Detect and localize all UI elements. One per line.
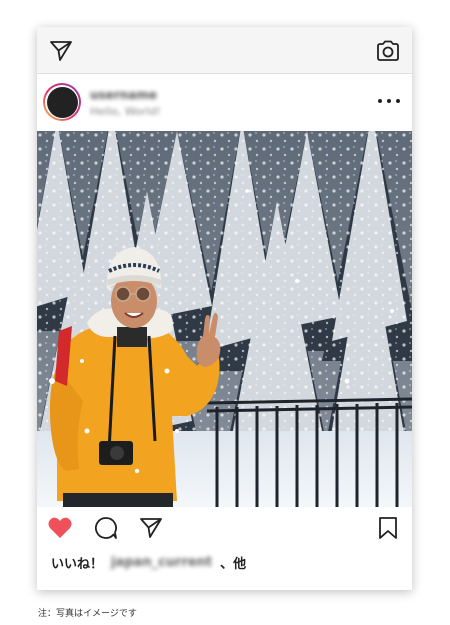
post-header: username Hello, World!	[37, 74, 412, 130]
more-options-button[interactable]	[378, 96, 400, 106]
bookmark-icon	[379, 517, 397, 539]
photo-note: 注：写真はイメージです	[38, 609, 137, 619]
likes-suffix[interactable]: 、他	[220, 553, 246, 572]
likes-summary: いいね！ japan_current 、他	[51, 553, 246, 572]
avatar-ring[interactable]	[43, 83, 81, 121]
direct-message-button[interactable]	[45, 35, 77, 67]
username[interactable]: username	[90, 88, 157, 102]
likes-prefix: いいね！	[51, 557, 104, 572]
post-actions	[37, 511, 412, 547]
like-button[interactable]	[46, 514, 74, 542]
post-card: username Hello, World! いいね！ japan_curren…	[37, 27, 412, 590]
send-icon	[140, 518, 162, 538]
share-button[interactable]	[137, 514, 165, 542]
camera-button[interactable]	[372, 35, 404, 67]
heart-icon	[48, 517, 72, 538]
send-icon	[50, 41, 72, 61]
camera-icon	[377, 40, 399, 61]
bookmark-button[interactable]	[374, 514, 402, 542]
comment-button[interactable]	[92, 514, 120, 542]
comment-icon	[95, 517, 117, 539]
avatar	[46, 86, 78, 118]
post-subtitle: Hello, World!	[90, 105, 161, 118]
top-bar	[37, 27, 412, 74]
more-horizontal-icon	[378, 99, 382, 103]
post-photo[interactable]	[37, 131, 412, 507]
liked-by-account[interactable]: japan_current	[111, 555, 212, 570]
photo-illustration	[37, 131, 412, 507]
